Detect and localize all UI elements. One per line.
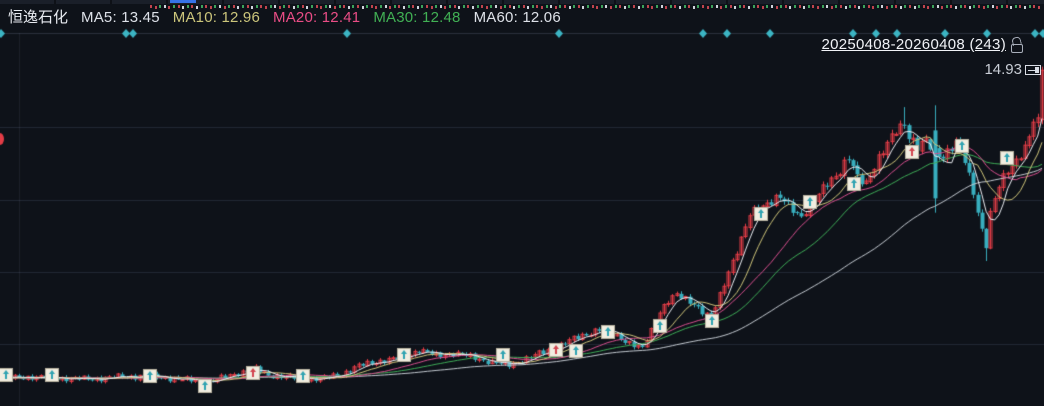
price-tag-icon[interactable] — [1025, 65, 1041, 75]
ma10-label: MA10: — [173, 9, 217, 26]
ma10-legend: MA10: 12.96 — [173, 9, 260, 27]
ma5-value: 13.45 — [121, 9, 160, 26]
ma20-label: MA20: — [273, 9, 317, 26]
ma20-value: 12.41 — [322, 9, 361, 26]
ma30-label: MA30: — [373, 9, 417, 26]
scrollbar-thumb[interactable] — [170, 0, 196, 3]
candlestick-chart[interactable] — [0, 0, 1044, 406]
ma60-value: 12.06 — [522, 9, 561, 26]
unlocked-padlock-icon[interactable] — [1011, 37, 1024, 53]
ma10-value: 12.96 — [221, 9, 260, 26]
ma5-label: MA5: — [81, 9, 117, 26]
latest-price-value: 14.93 — [984, 61, 1022, 78]
ma60-label: MA60: — [474, 9, 518, 26]
ma30-legend: MA30: 12.48 — [373, 9, 460, 27]
date-range-control[interactable]: 20250408-20260408 (243) — [821, 36, 1024, 53]
ma20-legend: MA20: 12.41 — [273, 9, 360, 27]
latest-price-overlay: 14.93 — [984, 61, 1041, 78]
ma60-legend: MA60: 12.06 — [474, 9, 561, 27]
chart-legend: 恒逸石化 MA5: 13.45 MA10: 12.96 MA20: 12.41 … — [8, 9, 561, 27]
upper-pane-edge — [0, 0, 1044, 4]
date-range-label[interactable]: 20250408-20260408 (243) — [821, 36, 1006, 53]
kline-chart-panel: 恒逸石化 MA5: 13.45 MA10: 12.96 MA20: 12.41 … — [0, 0, 1044, 406]
ma30-value: 12.48 — [422, 9, 461, 26]
ma5-legend: MA5: 13.45 — [81, 9, 160, 27]
stock-name: 恒逸石化 — [8, 9, 68, 27]
